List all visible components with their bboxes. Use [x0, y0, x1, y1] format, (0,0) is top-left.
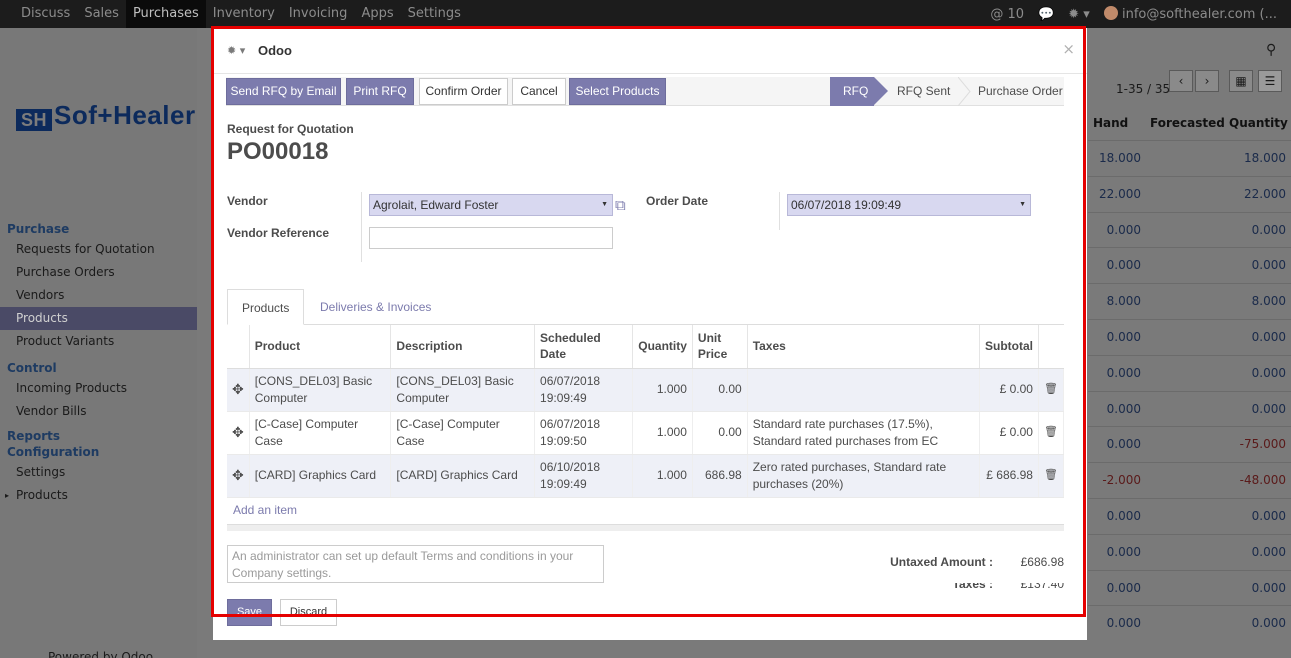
field-divider [361, 192, 362, 262]
drag-handle-icon[interactable]: ✥ [227, 454, 250, 498]
line-description[interactable]: [CARD] Graphics Card [390, 454, 536, 498]
table-row[interactable]: ✥ [C-Case] Computer Case [C-Case] Comput… [227, 411, 1065, 455]
line-scheduled-date[interactable]: 06/07/2018 19:09:50 [534, 411, 634, 455]
vendor-label: Vendor [227, 194, 268, 208]
purchase-order-dialog: ✹ ▾ Odoo × Send RFQ by Email Print RFQ C… [213, 28, 1087, 640]
caret-down-icon: ▼ [1019, 201, 1026, 208]
column-header-quantity[interactable]: Quantity [632, 325, 693, 369]
column-header-product[interactable]: Product [249, 325, 392, 369]
send-rfq-email-button[interactable]: Send RFQ by Email [226, 78, 341, 105]
line-scheduled-date[interactable]: 06/10/2018 19:09:49 [534, 454, 634, 498]
cancel-button[interactable]: Cancel [512, 78, 566, 105]
modal-overlay: ✹ ▾ Odoo × Send RFQ by Email Print RFQ C… [0, 0, 1291, 658]
close-icon[interactable]: × [1062, 40, 1075, 58]
drag-handle-icon[interactable]: ✥ [227, 411, 250, 455]
stage-separator [958, 77, 971, 106]
table-footer [227, 524, 1064, 531]
confirm-order-button[interactable]: Confirm Order [419, 78, 508, 105]
stage-rfq[interactable]: RFQ [830, 77, 888, 106]
document-name: PO00018 [227, 138, 329, 165]
line-quantity[interactable]: 1.000 [632, 411, 693, 455]
line-subtotal: £ 686.98 [979, 454, 1039, 498]
order-date-label: Order Date [646, 194, 709, 208]
taxes-value: £137.40 [1020, 583, 1064, 591]
vendor-reference-label: Vendor Reference [227, 226, 330, 240]
field-divider [779, 192, 780, 230]
line-subtotal: £ 0.00 [979, 368, 1039, 412]
statusbar: Send RFQ by Email Print RFQ Confirm Orde… [226, 77, 1064, 106]
order-date-picker[interactable]: 06/07/2018 19:09:49 ▼ [787, 194, 1031, 216]
dialog-footer: Save Discard [213, 595, 1087, 640]
order-lines-table: Product Description Scheduled Date Quant… [227, 325, 1065, 498]
line-product[interactable]: [CARD] Graphics Card [249, 454, 392, 498]
save-button[interactable]: Save [227, 599, 272, 626]
discard-button[interactable]: Discard [280, 599, 337, 626]
trash-icon[interactable]: 🗑 [1038, 411, 1065, 455]
line-scheduled-date[interactable]: 06/07/2018 19:09:49 [534, 368, 634, 412]
tab-products[interactable]: Products [227, 289, 305, 325]
column-header-scheduled-date[interactable]: Scheduled Date [534, 325, 634, 369]
document-type-label: Request for Quotation [227, 122, 354, 136]
terms-conditions-textarea[interactable]: An administrator can set up default Term… [227, 545, 604, 583]
select-products-button[interactable]: Select Products [569, 78, 666, 105]
line-description[interactable]: [C-Case] Computer Case [390, 411, 536, 455]
line-unit-price[interactable]: 0.00 [692, 368, 748, 412]
line-product[interactable]: [C-Case] Computer Case [249, 411, 392, 455]
untaxed-amount-value: £686.98 [1020, 555, 1064, 569]
table-row[interactable]: ✥ [CONS_DEL03] Basic Computer [CONS_DEL0… [227, 368, 1065, 412]
dialog-title: Odoo [258, 43, 292, 58]
line-unit-price[interactable]: 686.98 [692, 454, 748, 498]
debug-bug-icon[interactable]: ✹ ▾ [227, 44, 245, 57]
untaxed-amount-label: Untaxed Amount : [890, 555, 993, 569]
handle-column-header [227, 325, 250, 369]
external-link-icon[interactable]: ⧉ [615, 196, 626, 214]
order-date-value: 06/07/2018 19:09:49 [791, 198, 902, 212]
vendor-value: Agrolait, Edward Foster [373, 198, 499, 212]
column-header-subtotal[interactable]: Subtotal [979, 325, 1039, 369]
line-unit-price[interactable]: 0.00 [692, 411, 748, 455]
line-taxes[interactable] [747, 368, 980, 412]
stage-rfq-sent[interactable]: RFQ Sent [897, 77, 950, 106]
line-quantity[interactable]: 1.000 [632, 368, 693, 412]
line-subtotal: £ 0.00 [979, 411, 1039, 455]
trash-icon[interactable]: 🗑 [1038, 368, 1065, 412]
stage-purchase-order[interactable]: Purchase Order [978, 77, 1063, 106]
taxes-label: Taxes : [952, 583, 993, 591]
caret-down-icon: ▼ [601, 201, 608, 208]
vendor-reference-input[interactable] [369, 227, 613, 249]
taxes-row-clipped: Taxes : £137.40 [213, 583, 1087, 595]
line-taxes[interactable]: Zero rated purchases, Standard rate purc… [747, 454, 980, 498]
line-taxes[interactable]: Standard rate purchases (17.5%), Standar… [747, 411, 980, 455]
column-header-unit-price[interactable]: Unit Price [692, 325, 748, 369]
dialog-header: ✹ ▾ Odoo × [213, 28, 1087, 74]
notebook-tabs: Products Deliveries & Invoices [227, 289, 1064, 325]
vendor-select[interactable]: Agrolait, Edward Foster ▼ [369, 194, 613, 216]
table-header-row: Product Description Scheduled Date Quant… [227, 325, 1064, 369]
print-rfq-button[interactable]: Print RFQ [346, 78, 414, 105]
add-item-link[interactable]: Add an item [233, 503, 297, 517]
line-description[interactable]: [CONS_DEL03] Basic Computer [390, 368, 536, 412]
table-row[interactable]: ✥ [CARD] Graphics Card [CARD] Graphics C… [227, 454, 1065, 498]
tab-deliveries-invoices[interactable]: Deliveries & Invoices [306, 289, 445, 325]
column-header-taxes[interactable]: Taxes [747, 325, 980, 369]
line-product[interactable]: [CONS_DEL03] Basic Computer [249, 368, 392, 412]
drag-handle-icon[interactable]: ✥ [227, 368, 250, 412]
column-header-description[interactable]: Description [390, 325, 536, 369]
line-quantity[interactable]: 1.000 [632, 454, 693, 498]
delete-column-header [1038, 325, 1064, 369]
trash-icon[interactable]: 🗑 [1038, 454, 1065, 498]
